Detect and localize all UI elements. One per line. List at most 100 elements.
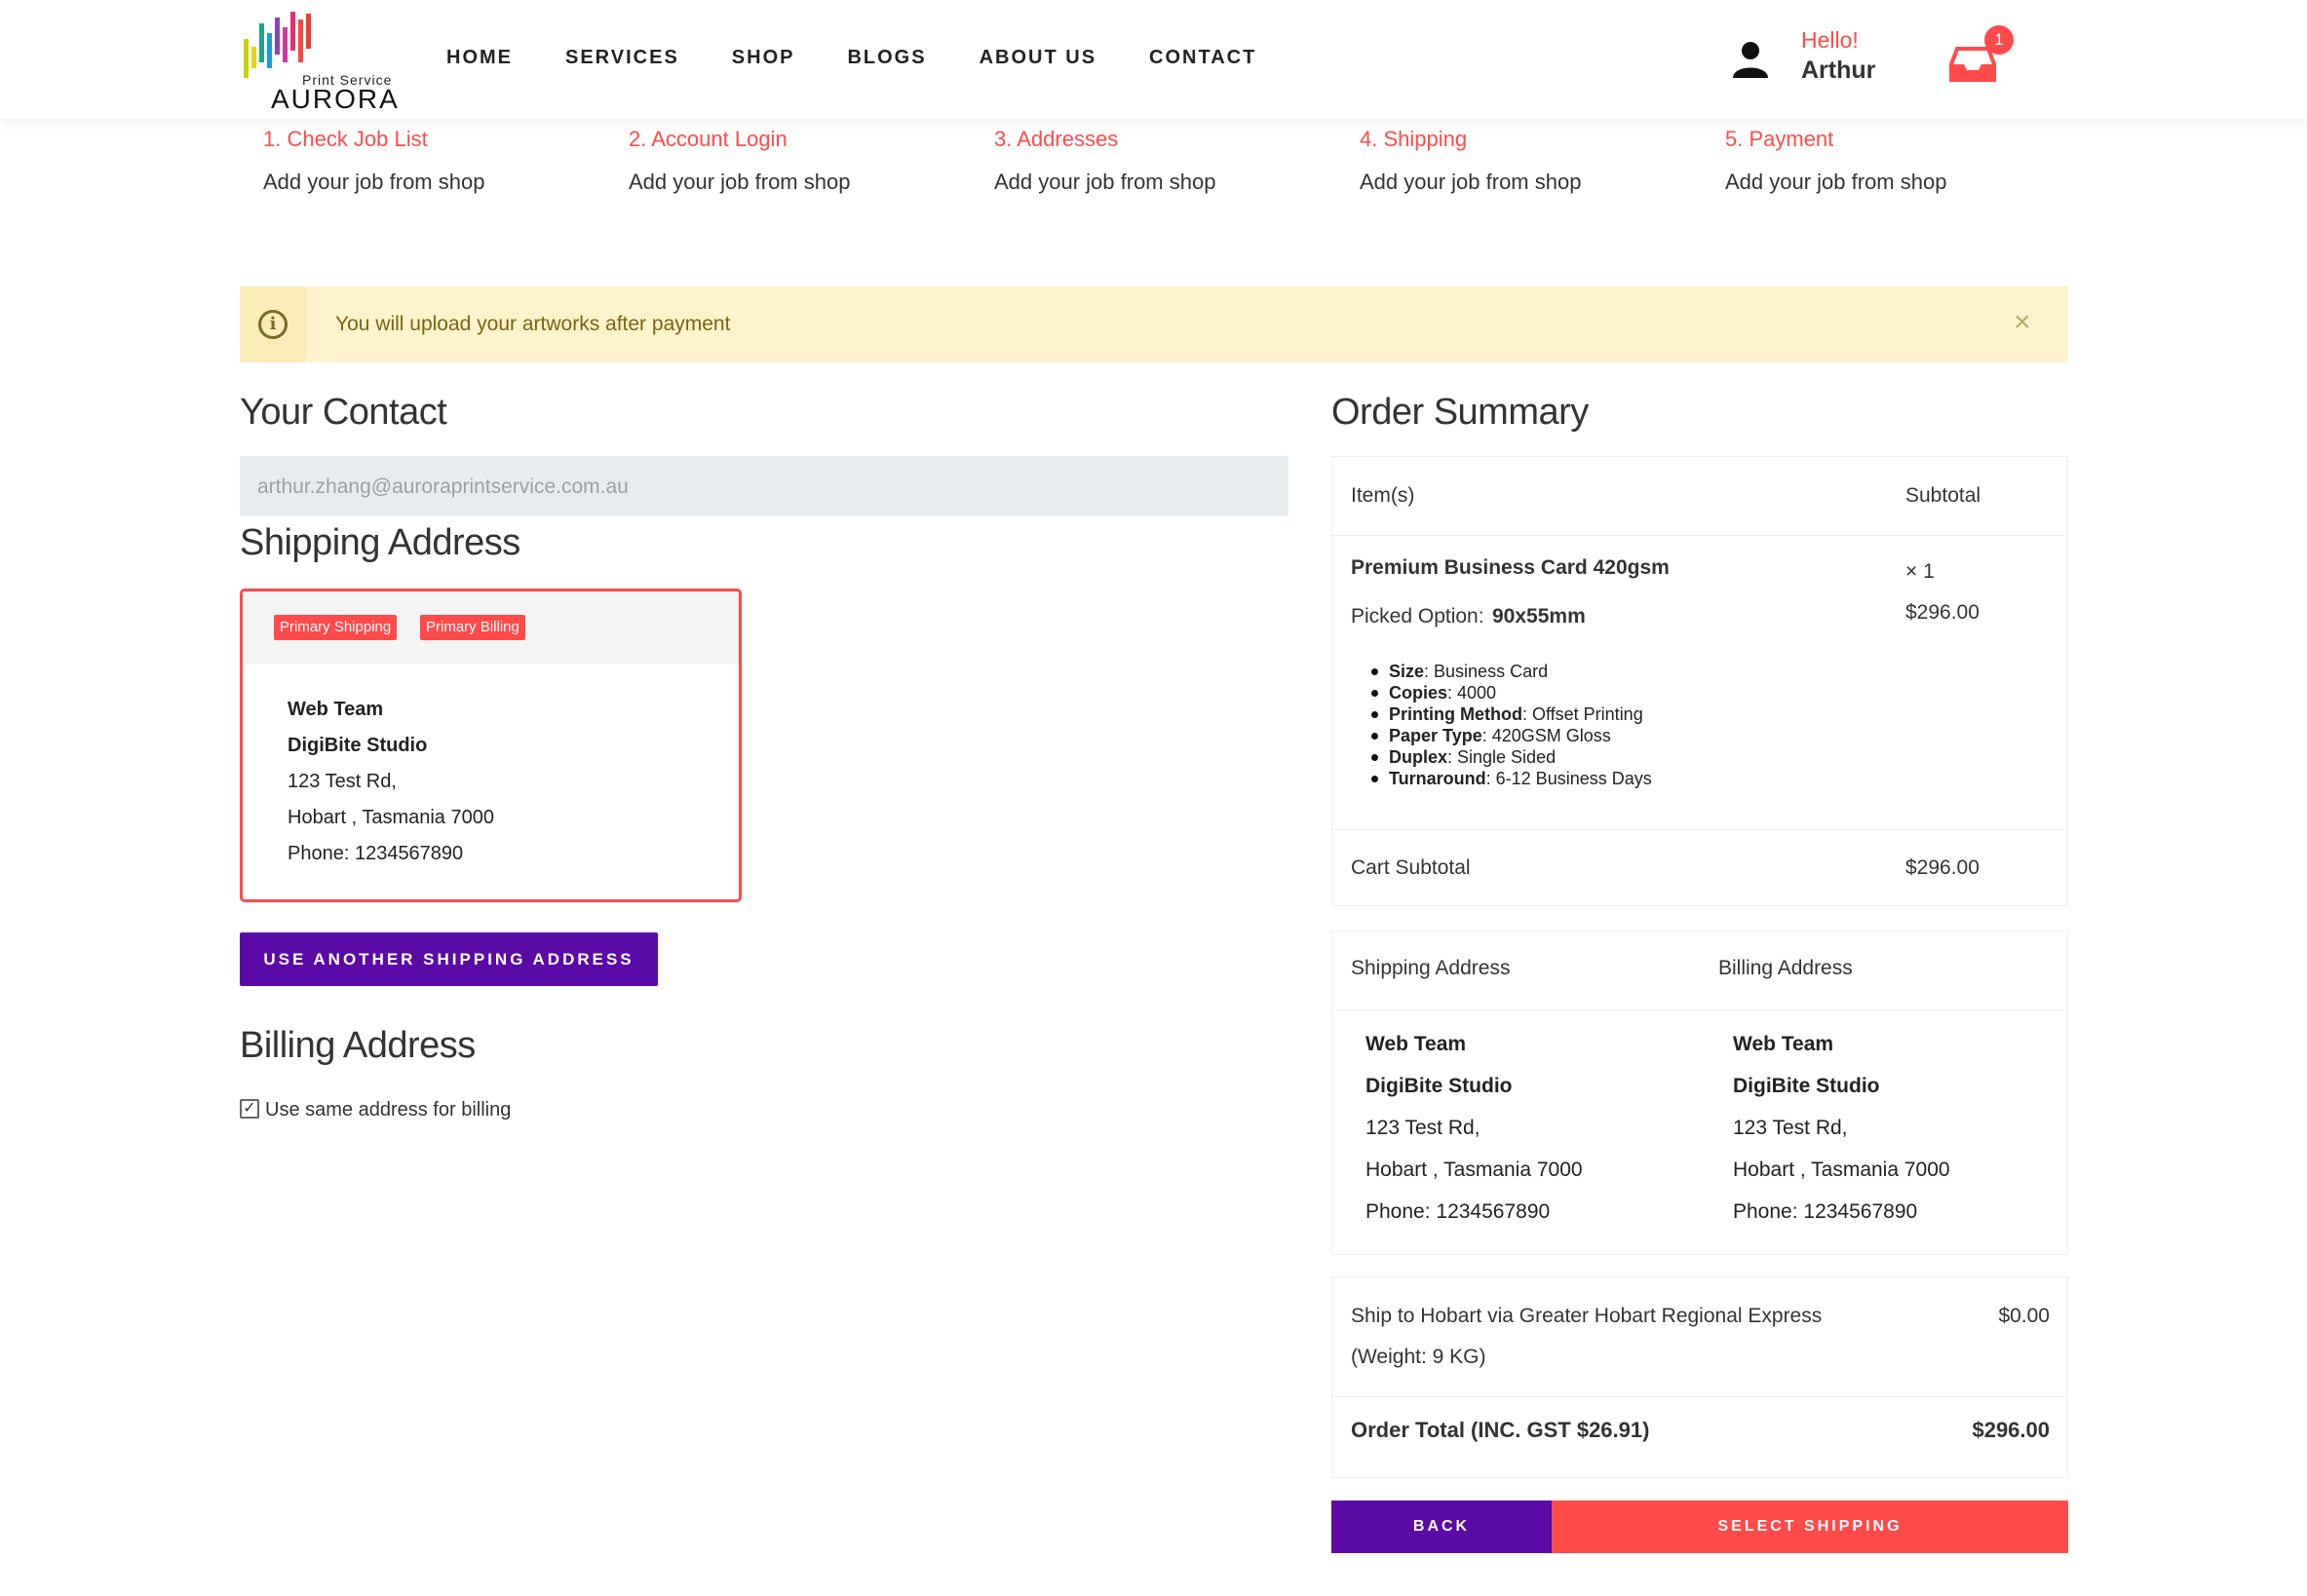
- spec-key: Printing Method: [1389, 704, 1522, 724]
- cart-tray-icon: [1949, 47, 1996, 82]
- address-name: Web Team: [1365, 1033, 1467, 1055]
- summary-billing-address: Web Team DigiBite Studio 123 Test Rd, Ho…: [1733, 1033, 1950, 1242]
- product-quantity: × 1: [1905, 560, 1935, 583]
- address-phone: Phone: 1234567890: [288, 843, 464, 864]
- order-total-label: Order Total (INC. GST $26.91): [1351, 1418, 1650, 1442]
- address-company: DigiBite Studio: [1733, 1075, 1880, 1097]
- cart-count-badge: 1: [1984, 25, 2014, 55]
- address-street: 123 Test Rd,: [1365, 1117, 1480, 1139]
- cart-subtotal-value: $296.00: [1905, 856, 1980, 879]
- shipping-weight-line: (Weight: 9 KG): [1351, 1346, 1486, 1368]
- step-title: 4. Shipping: [1360, 127, 1468, 151]
- divider: [1332, 829, 2067, 830]
- primary-billing-badge: Primary Billing: [420, 615, 525, 640]
- spec-value: : Single Sided: [1447, 747, 1557, 767]
- upload-info-alert: i You will upload your artworks after pa…: [240, 286, 2068, 362]
- spec-printing-method: Printing Method: Offset Printing: [1369, 704, 1652, 726]
- step-title: 2. Account Login: [629, 127, 788, 151]
- summary-billing-address-label: Billing Address: [1718, 957, 1853, 979]
- site-header: Print Service AURORA HOME SERVICES SHOP …: [0, 0, 2307, 119]
- address-city: Hobart , Tasmania 7000: [1733, 1159, 1950, 1181]
- subtotal-column-header: Subtotal: [1905, 484, 1981, 507]
- contact-email-field[interactable]: arthur.zhang@auroraprintservice.com.au: [240, 456, 1288, 516]
- step-payment[interactable]: 5. Payment Add your job from shop: [1725, 127, 2091, 195]
- checkout-steps: 1. Check Job List Add your job from shop…: [263, 127, 2091, 195]
- shipping-address-card[interactable]: Primary Shipping Primary Billing Web Tea…: [240, 589, 742, 902]
- alert-message: You will upload your artworks after paym…: [335, 313, 731, 335]
- shipping-address-heading: Shipping Address: [240, 522, 520, 563]
- address-street: 123 Test Rd,: [288, 771, 397, 792]
- nav-contact[interactable]: CONTACT: [1149, 47, 1256, 69]
- spec-value: : Business Card: [1424, 662, 1549, 681]
- spec-key: Paper Type: [1389, 726, 1482, 745]
- step-subtitle: Add your job from shop: [1725, 170, 1947, 194]
- spec-duplex: Duplex: Single Sided: [1369, 747, 1652, 769]
- shipping-method-line: Ship to Hobart via Greater Hobart Region…: [1351, 1305, 1823, 1327]
- billing-address-heading: Billing Address: [240, 1025, 476, 1066]
- step-account-login[interactable]: 2. Account Login Add your job from shop: [629, 127, 994, 195]
- same-address-checkbox[interactable]: ✓: [240, 1099, 259, 1119]
- select-shipping-button[interactable]: SELECT SHIPPING: [1552, 1501, 2068, 1553]
- step-addresses[interactable]: 3. Addresses Add your job from shop: [994, 127, 1360, 195]
- spec-turnaround: Turnaround: 6-12 Business Days: [1369, 769, 1652, 790]
- product-price: $296.00: [1905, 601, 1980, 624]
- step-subtitle: Add your job from shop: [263, 170, 485, 194]
- same-address-label[interactable]: Use same address for billing: [265, 1099, 511, 1121]
- user-icon: [1733, 42, 1768, 78]
- user-account[interactable]: Hello! Arthur: [1731, 27, 1875, 86]
- nav-shop[interactable]: SHOP: [732, 47, 795, 69]
- user-name: Arthur: [1801, 57, 1876, 84]
- address-phone: Phone: 1234567890: [1365, 1200, 1551, 1223]
- step-subtitle: Add your job from shop: [1360, 170, 1582, 194]
- use-another-shipping-address-button[interactable]: USE ANOTHER SHIPPING ADDRESS: [240, 932, 658, 986]
- primary-shipping-badge: Primary Shipping: [274, 615, 398, 640]
- spec-size: Size: Business Card: [1369, 662, 1652, 683]
- close-icon[interactable]: ×: [2014, 306, 2031, 339]
- divider: [1332, 1009, 2067, 1010]
- alert-icon-box: i: [240, 286, 306, 362]
- spec-paper-type: Paper Type: 420GSM Gloss: [1369, 726, 1652, 747]
- spec-key: Copies: [1389, 683, 1448, 703]
- step-shipping[interactable]: 4. Shipping Add your job from shop: [1360, 127, 1725, 195]
- picked-option-value: 90x55mm: [1492, 605, 1586, 627]
- address-card-header: Primary Shipping Primary Billing: [243, 591, 739, 664]
- logo-bars-icon: [244, 12, 311, 78]
- aurora-logo[interactable]: Print Service AURORA: [240, 10, 398, 114]
- logo-wordmark: AURORA: [271, 84, 400, 114]
- spec-key: Size: [1389, 662, 1425, 681]
- greeting: Hello!: [1801, 27, 1859, 53]
- shipping-cost: $0.00: [1998, 1305, 2050, 1327]
- shipping-total-panel: Ship to Hobart via Greater Hobart Region…: [1331, 1276, 2068, 1478]
- product-name: Premium Business Card 420gsm: [1351, 556, 1670, 579]
- cart-button[interactable]: 1: [1945, 25, 2014, 84]
- address-name: Web Team: [1733, 1033, 1834, 1055]
- nav-about-us[interactable]: ABOUT US: [980, 47, 1096, 69]
- spec-value: : 4000: [1447, 683, 1497, 703]
- spec-key: Turnaround: [1389, 769, 1486, 788]
- spec-value: : 6-12 Business Days: [1485, 769, 1652, 788]
- step-title: 5. Payment: [1725, 127, 1834, 151]
- nav-services[interactable]: SERVICES: [565, 47, 679, 69]
- order-items-panel: Item(s) Subtotal Premium Business Card 4…: [1331, 456, 2068, 906]
- order-summary-heading: Order Summary: [1331, 392, 1589, 433]
- address-name: Web Team: [288, 699, 384, 720]
- order-total-value: $296.00: [1972, 1418, 2050, 1442]
- address-company: DigiBite Studio: [288, 735, 428, 756]
- items-column-header: Item(s): [1351, 484, 1415, 507]
- spec-value: : Offset Printing: [1521, 704, 1643, 724]
- step-subtitle: Add your job from shop: [994, 170, 1216, 194]
- summary-shipping-address-label: Shipping Address: [1351, 957, 1511, 979]
- summary-addresses-panel: Shipping Address Billing Address Web Tea…: [1331, 931, 2068, 1255]
- picked-option-label: Picked Option:: [1351, 605, 1484, 627]
- summary-shipping-address: Web Team DigiBite Studio 123 Test Rd, Ho…: [1365, 1033, 1583, 1242]
- address-company: DigiBite Studio: [1365, 1075, 1513, 1097]
- step-check-job-list[interactable]: 1. Check Job List Add your job from shop: [263, 127, 629, 195]
- divider: [1332, 535, 2067, 536]
- nav-home[interactable]: HOME: [446, 47, 513, 69]
- spec-key: Duplex: [1389, 747, 1448, 767]
- divider: [1332, 1396, 2067, 1397]
- nav-blogs[interactable]: BLOGS: [847, 47, 926, 69]
- info-icon: i: [258, 310, 288, 339]
- back-button[interactable]: BACK: [1331, 1501, 1552, 1553]
- product-specs-list: Size: Business Card Copies: 4000 Printin…: [1369, 662, 1652, 790]
